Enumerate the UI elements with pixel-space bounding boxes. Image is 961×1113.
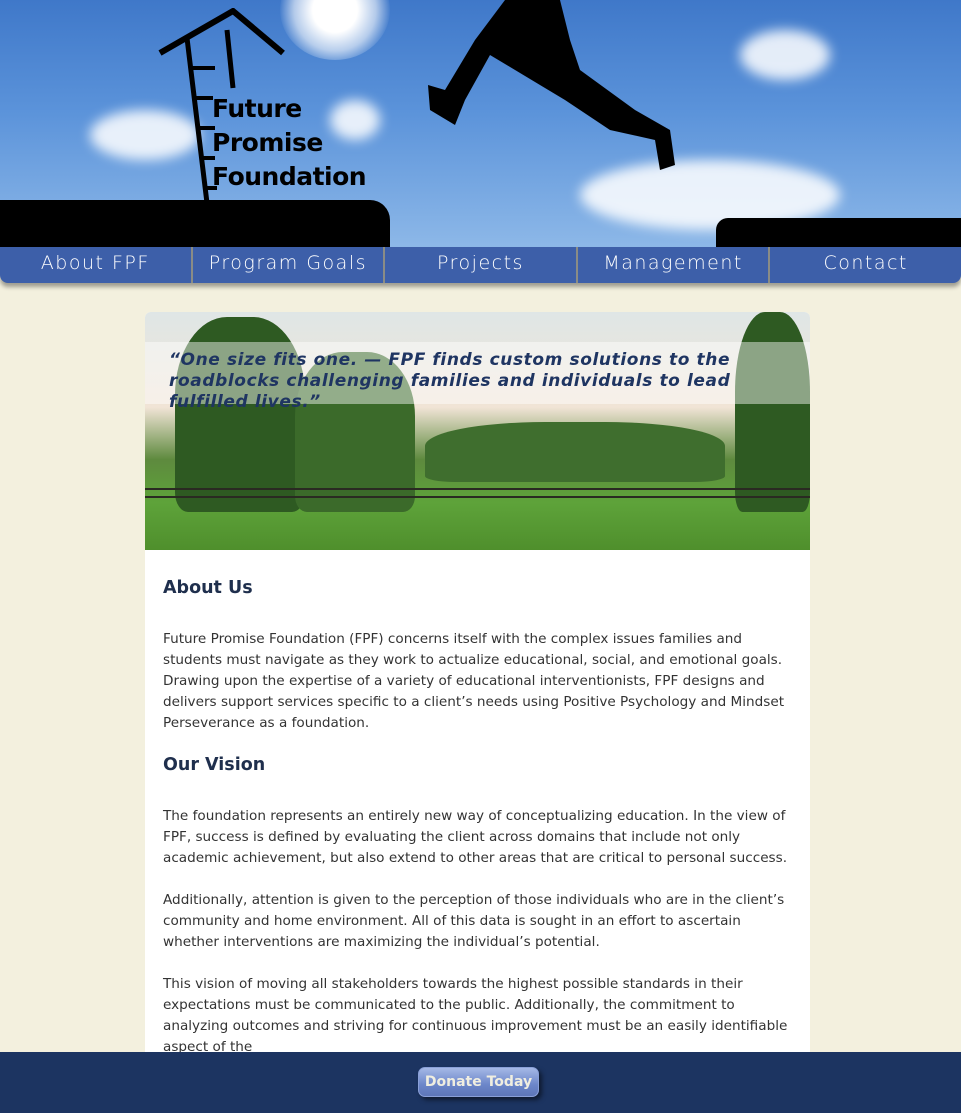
- tree-image: [425, 422, 725, 482]
- vision-paragraph: Additionally, attention is given to the …: [163, 892, 785, 950]
- nav-projects[interactable]: Projects: [385, 247, 578, 283]
- about-heading: About Us: [163, 578, 253, 598]
- main-content: “One size fits one. — FPF finds custom s…: [145, 312, 810, 1112]
- vision-paragraph: The foundation represents an entirely ne…: [163, 808, 788, 866]
- logo-line: Future: [212, 94, 302, 123]
- nav-about[interactable]: About FPF: [0, 247, 193, 283]
- about-paragraph: Future Promise Foundation (FPF) concerns…: [163, 631, 785, 731]
- vision-heading: Our Vision: [163, 755, 266, 775]
- main-nav: About FPF Program Goals Projects Managem…: [0, 247, 961, 283]
- logo-line: Foundation: [212, 162, 367, 191]
- header-banner: Future Promise Foundation: [0, 0, 961, 248]
- nav-program-goals[interactable]: Program Goals: [193, 247, 386, 283]
- cliff-right: [716, 218, 961, 248]
- donate-button[interactable]: Donate Today: [418, 1067, 539, 1097]
- nav-management[interactable]: Management: [578, 247, 771, 283]
- cloud-image: [740, 30, 830, 80]
- vision-paragraph: This vision of moving all stakeholders t…: [163, 976, 788, 1055]
- footer-bar: Donate Today: [0, 1052, 961, 1113]
- jumper-silhouette: [428, 0, 675, 170]
- nav-contact[interactable]: Contact: [770, 247, 961, 283]
- logo-text: Future Promise Foundation: [212, 92, 367, 194]
- banner-quote: “One size fits one. — FPF finds custom s…: [169, 350, 731, 412]
- logo-line: Promise: [212, 128, 323, 157]
- landscape-banner: “One size fits one. — FPF finds custom s…: [145, 312, 810, 550]
- fence: [145, 488, 810, 498]
